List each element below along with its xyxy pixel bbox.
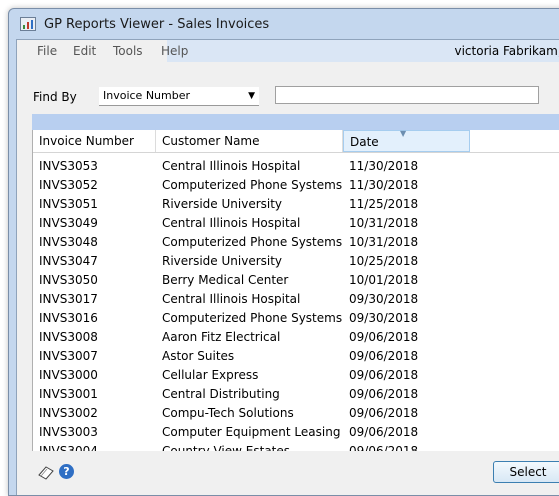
cell-invoice-number: INVS3003 [39, 425, 98, 439]
cell-invoice-number: INVS3002 [39, 406, 98, 420]
user-company-info: victoria Fabrikam, I [454, 44, 559, 58]
cell-customer-name: Aaron Fitz Electrical [162, 330, 281, 344]
cell-date: 11/25/2018 [349, 197, 419, 211]
cell-date: 10/31/2018 [349, 216, 419, 230]
table-row[interactable]: INVS3002 Compu-Tech Solutions 09/06/2018 [33, 404, 559, 423]
cell-customer-name: Riverside University [162, 197, 283, 211]
table-row[interactable]: INVS3047 Riverside University 10/25/2018 [33, 252, 559, 271]
cell-date: 09/30/2018 [349, 292, 419, 306]
cell-customer-name: Central Illinois Hospital [162, 292, 301, 306]
search-input[interactable] [275, 86, 539, 104]
client-area: File Edit Tools Help victoria Fabrikam, … [16, 39, 559, 495]
cell-invoice-number: INVS3048 [39, 235, 98, 249]
table-row[interactable]: INVS3052 Computerized Phone Systems 11/30/… [33, 176, 559, 195]
table-row[interactable]: INVS3017 Central Illinois Hospital 09/30/2… [33, 290, 559, 309]
window-title: GP Reports Viewer - Sales Invoices [44, 17, 270, 32]
cell-invoice-number: INVS3008 [39, 330, 98, 344]
grid-header: Invoice Number Customer Name Date ▼ [33, 130, 559, 153]
table-row[interactable]: INVS3053 Central Illinois Hospital 11/30/2… [33, 157, 559, 176]
cell-invoice-number: INVS3049 [39, 216, 98, 230]
cell-date: 09/30/2018 [349, 311, 419, 325]
column-header-date[interactable]: Date ▼ [343, 130, 470, 152]
cell-customer-name: Compu-Tech Solutions [162, 406, 294, 420]
cell-invoice-number: INVS3007 [39, 349, 98, 363]
cell-customer-name: Central Illinois Hospital [162, 216, 301, 230]
menu-tools[interactable]: Tools [113, 44, 143, 58]
table-row[interactable]: INVS3049 Central Illinois Hospital 10/31/2… [33, 214, 559, 233]
cell-customer-name: Central Illinois Hospital [162, 159, 301, 173]
footer-bar: ? Select [17, 451, 559, 495]
cell-date: 10/01/2018 [349, 273, 419, 287]
table-row[interactable]: INVS3050 Berry Medical Center 10/01/2018 [33, 271, 559, 290]
column-header-date-label: Date [350, 135, 379, 149]
cell-invoice-number: INVS3052 [39, 178, 98, 192]
cell-customer-name: Riverside University [162, 254, 283, 268]
cell-customer-name: Cellular Express [162, 368, 259, 382]
menu-file[interactable]: File [37, 44, 57, 58]
cell-date: 09/06/2018 [349, 425, 419, 439]
grid-toolbar-strip [32, 114, 559, 130]
table-row[interactable]: INVS3003 Computer Equipment Leasing 09/06/… [33, 423, 559, 442]
note-icon[interactable] [37, 463, 55, 481]
select-button[interactable]: Select [493, 461, 559, 483]
cell-invoice-number: INVS3017 [39, 292, 98, 306]
cell-invoice-number: INVS3050 [39, 273, 98, 287]
cell-invoice-number: INVS3000 [39, 368, 98, 382]
cell-date: 09/06/2018 [349, 406, 419, 420]
table-row[interactable]: INVS3051 Riverside University 11/25/2018 [33, 195, 559, 214]
cell-customer-name: Central Distributing [162, 387, 280, 401]
invoice-grid[interactable]: Invoice Number Customer Name Date ▼ INVS… [32, 130, 559, 452]
cell-customer-name: Computerized Phone Systems [162, 178, 343, 192]
menu-edit[interactable]: Edit [73, 44, 96, 58]
cell-date: 10/25/2018 [349, 254, 419, 268]
table-row[interactable]: INVS3001 Central Distributing 09/06/2018 [33, 385, 559, 404]
cell-invoice-number: INVS3051 [39, 197, 98, 211]
column-header-invoice-number[interactable]: Invoice Number [33, 130, 156, 152]
cell-date: 10/31/2018 [349, 235, 419, 249]
find-by-dropdown[interactable]: Invoice Number ▼ [99, 87, 259, 106]
table-row[interactable]: INVS3000 Cellular Express 09/06/2018 [33, 366, 559, 385]
report-viewer-icon [20, 17, 36, 31]
cell-date: 09/06/2018 [349, 368, 419, 382]
cell-date: 11/30/2018 [349, 178, 419, 192]
cell-customer-name: Astor Suites [162, 349, 235, 363]
app-window: GP Reports Viewer - Sales Invoices File … [8, 8, 559, 496]
cell-customer-name: Computer Equipment Leasing [162, 425, 341, 439]
cell-customer-name: Berry Medical Center [162, 273, 289, 287]
cell-date: 09/06/2018 [349, 387, 419, 401]
cell-customer-name: Computerized Phone Systems [162, 235, 343, 249]
cell-date: 09/06/2018 [349, 349, 419, 363]
table-row[interactable]: INVS3007 Astor Suites 09/06/2018 [33, 347, 559, 366]
cell-invoice-number: INVS3053 [39, 159, 98, 173]
table-row[interactable]: INVS3016 Computerized Phone Systems 09/30/… [33, 309, 559, 328]
cell-invoice-number: INVS3047 [39, 254, 98, 268]
chevron-down-icon[interactable]: ▼ [248, 91, 255, 101]
find-by-selected-value: Invoice Number [103, 89, 191, 102]
menu-bar: File Edit Tools Help victoria Fabrikam, … [17, 40, 559, 62]
table-row[interactable]: INVS3008 Aaron Fitz Electrical 09/06/2018 [33, 328, 559, 347]
cell-invoice-number: INVS3016 [39, 311, 98, 325]
column-header-customer-name[interactable]: Customer Name [156, 130, 343, 152]
menu-help[interactable]: Help [161, 44, 188, 58]
cell-invoice-number: INVS3001 [39, 387, 98, 401]
cell-date: 09/06/2018 [349, 330, 419, 344]
find-by-label: Find By [33, 90, 77, 104]
table-row[interactable]: INVS3048 Computerized Phone Systems 10/31/… [33, 233, 559, 252]
sort-descending-icon: ▼ [400, 130, 407, 138]
cell-date: 11/30/2018 [349, 159, 419, 173]
help-icon[interactable]: ? [59, 464, 74, 479]
title-bar: GP Reports Viewer - Sales Invoices [9, 9, 559, 39]
cell-customer-name: Computerized Phone Systems [162, 311, 343, 325]
